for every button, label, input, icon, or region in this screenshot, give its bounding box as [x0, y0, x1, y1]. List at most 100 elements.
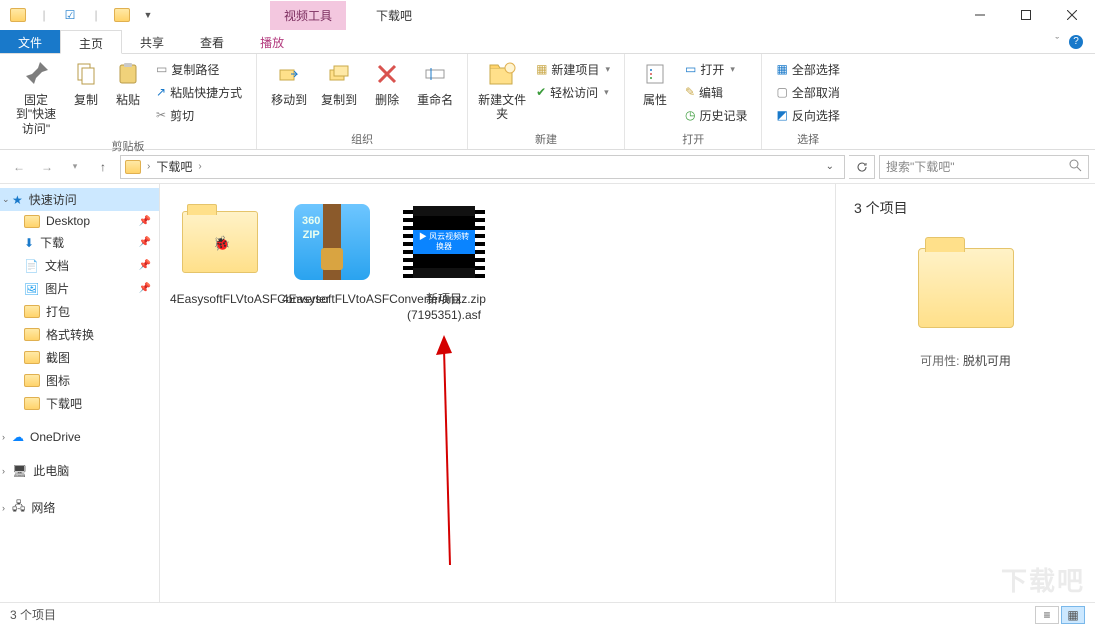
- view-details-button[interactable]: ≡: [1035, 606, 1059, 624]
- file-list[interactable]: 🐞 4EasysoftFLVtoASFConverter 360ZIP 4Eas…: [160, 184, 835, 602]
- search-placeholder: 搜索"下载吧": [886, 158, 955, 175]
- paste-shortcut-button[interactable]: ↗粘贴快捷方式: [152, 81, 246, 103]
- copy-button[interactable]: 复制: [68, 58, 104, 107]
- easy-access-button[interactable]: ✔轻松访问▾: [532, 81, 614, 103]
- folder-icon: 🐞: [182, 211, 258, 273]
- expand-icon[interactable]: ›: [2, 503, 5, 513]
- new-item-button[interactable]: ▦新建项目▾: [532, 58, 614, 80]
- pin-icon: 📌: [139, 260, 151, 271]
- view-icons-button[interactable]: ▦: [1061, 606, 1085, 624]
- help-icon[interactable]: ?: [1069, 35, 1083, 49]
- paste-button[interactable]: 粘贴: [110, 58, 146, 107]
- file-item-zip[interactable]: 360ZIP 4EasysoftFLVtoASFConverteranxz.zi…: [282, 198, 382, 308]
- sidebar: ⌄ ★ 快速访问 Desktop📌 ⬇下载📌 📄文档📌 🖼图片📌 打包 格式转换…: [0, 184, 160, 602]
- nav-back-button[interactable]: ←: [6, 154, 32, 180]
- sidebar-item-documents[interactable]: 📄文档📌: [0, 254, 159, 277]
- title-bar: | ☑ | ▼ 视频工具 下载吧: [0, 0, 1095, 30]
- copy-path-button[interactable]: ▭复制路径: [152, 58, 246, 80]
- star-icon: ★: [12, 193, 23, 207]
- status-bar: 3 个项目 ≡ ▦: [0, 602, 1095, 626]
- sidebar-item-desktop[interactable]: Desktop📌: [0, 211, 159, 231]
- breadcrumb-sep[interactable]: ›: [194, 161, 205, 172]
- folder-preview-icon: [918, 248, 1014, 328]
- nav-recent-dropdown[interactable]: ▾: [62, 154, 88, 180]
- folder-icon: [24, 305, 40, 318]
- minimize-button[interactable]: [957, 0, 1003, 30]
- group-select-label: 选择: [772, 129, 843, 147]
- sidebar-item-xiazaiba[interactable]: 下载吧: [0, 392, 159, 415]
- ribbon-collapse-icon[interactable]: ˇ: [1055, 36, 1059, 48]
- tab-share[interactable]: 共享: [122, 30, 182, 53]
- select-none-button[interactable]: ▢全部取消: [772, 81, 843, 103]
- sidebar-item-pictures[interactable]: 🖼图片📌: [0, 277, 159, 300]
- sidebar-network[interactable]: ›🖧网络: [0, 494, 159, 521]
- cut-button[interactable]: ✂剪切: [152, 104, 246, 126]
- sidebar-this-pc[interactable]: ›🖥此电脑: [0, 459, 159, 482]
- tab-view[interactable]: 查看: [182, 30, 242, 53]
- properties-button[interactable]: 属性: [635, 58, 675, 107]
- details-pane: 3 个项目 可用性: 脱机可用: [835, 184, 1095, 602]
- tab-file[interactable]: 文件: [0, 30, 60, 53]
- group-clipboard: 固定到"快速访问" 复制 粘贴 ▭复制路径 ↗粘贴快捷方式 ✂剪切 剪贴板: [0, 54, 257, 149]
- sidebar-item-jietu[interactable]: 截图: [0, 346, 159, 369]
- breadcrumb[interactable]: › 下载吧 › ⌄: [120, 155, 845, 179]
- group-clipboard-label: 剪贴板: [10, 136, 246, 154]
- context-tab-label: 视频工具: [270, 1, 346, 30]
- availability-key: 可用性:: [920, 354, 959, 368]
- cloud-icon: ☁: [12, 430, 24, 444]
- sidebar-item-dabao[interactable]: 打包: [0, 300, 159, 323]
- availability-value: 脱机可用: [963, 354, 1011, 368]
- tab-play[interactable]: 播放: [242, 30, 302, 53]
- group-organize: 移动到 复制到 删除 重命名 组织: [257, 54, 468, 149]
- expand-icon[interactable]: ›: [2, 432, 5, 442]
- sidebar-onedrive[interactable]: ›☁OneDrive: [0, 427, 159, 447]
- qat-checkbox[interactable]: ☑: [58, 4, 82, 26]
- group-new: 新建文件夹 ▦新建项目▾ ✔轻松访问▾ 新建: [468, 54, 625, 149]
- maximize-button[interactable]: [1003, 0, 1049, 30]
- pin-quick-access-button[interactable]: 固定到"快速访问": [10, 58, 62, 136]
- sidebar-item-geshi[interactable]: 格式转换: [0, 323, 159, 346]
- nav-up-button[interactable]: ↑: [90, 154, 116, 180]
- breadcrumb-sep[interactable]: ›: [143, 161, 154, 172]
- delete-button[interactable]: 删除: [367, 58, 407, 107]
- history-button[interactable]: ◷历史记录: [681, 104, 752, 126]
- availability: 可用性: 脱机可用: [854, 352, 1077, 369]
- edit-button[interactable]: ✎编辑: [681, 81, 752, 103]
- window-title: 下载吧: [376, 7, 412, 24]
- zip-icon: 360ZIP: [294, 204, 370, 280]
- open-button[interactable]: ▭打开▾: [681, 58, 752, 80]
- select-all-button[interactable]: ▦全部选择: [772, 58, 843, 80]
- group-new-label: 新建: [478, 129, 614, 147]
- move-to-button[interactable]: 移动到: [267, 58, 311, 107]
- group-open-label: 打开: [635, 129, 752, 147]
- pin-label: 固定到"快速访问": [10, 93, 62, 136]
- folder-icon: [125, 160, 141, 174]
- folder-icon: [24, 215, 40, 228]
- invert-selection-button[interactable]: ◩反向选择: [772, 104, 843, 126]
- breadcrumb-dropdown[interactable]: ⌄: [820, 161, 840, 172]
- qat-dropdown[interactable]: ▼: [136, 4, 160, 26]
- rename-button[interactable]: 重命名: [413, 58, 457, 107]
- search-input[interactable]: 搜索"下载吧": [879, 155, 1089, 179]
- file-item-folder[interactable]: 🐞 4EasysoftFLVtoASFConverter: [170, 198, 270, 308]
- breadcrumb-item[interactable]: 下载吧: [156, 158, 192, 175]
- close-button[interactable]: [1049, 0, 1095, 30]
- folder-icon-2: [110, 4, 134, 26]
- sidebar-item-downloads[interactable]: ⬇下载📌: [0, 231, 159, 254]
- nav-forward-button[interactable]: →: [34, 154, 60, 180]
- expand-icon[interactable]: ›: [2, 466, 5, 476]
- expand-icon[interactable]: ⌄: [2, 194, 10, 205]
- qat-sep: |: [32, 4, 56, 26]
- pic-icon: 🖼: [24, 282, 39, 296]
- tab-home[interactable]: 主页: [60, 30, 122, 54]
- sidebar-item-tubiao[interactable]: 图标: [0, 369, 159, 392]
- group-open: 属性 ▭打开▾ ✎编辑 ◷历史记录 打开: [625, 54, 763, 149]
- sidebar-quick-access[interactable]: ⌄ ★ 快速访问: [0, 188, 159, 211]
- group-select: ▦全部选择 ▢全部取消 ◩反向选择 选择: [762, 54, 853, 149]
- folder-icon: [24, 351, 40, 364]
- file-item-video[interactable]: ▶ 风云视频转换器 新项目(7195351).asf: [394, 198, 494, 323]
- refresh-button[interactable]: [849, 155, 875, 179]
- new-folder-button[interactable]: 新建文件夹: [478, 58, 526, 122]
- file-name: 新项目(7195351).asf: [394, 292, 494, 323]
- copy-to-button[interactable]: 复制到: [317, 58, 361, 107]
